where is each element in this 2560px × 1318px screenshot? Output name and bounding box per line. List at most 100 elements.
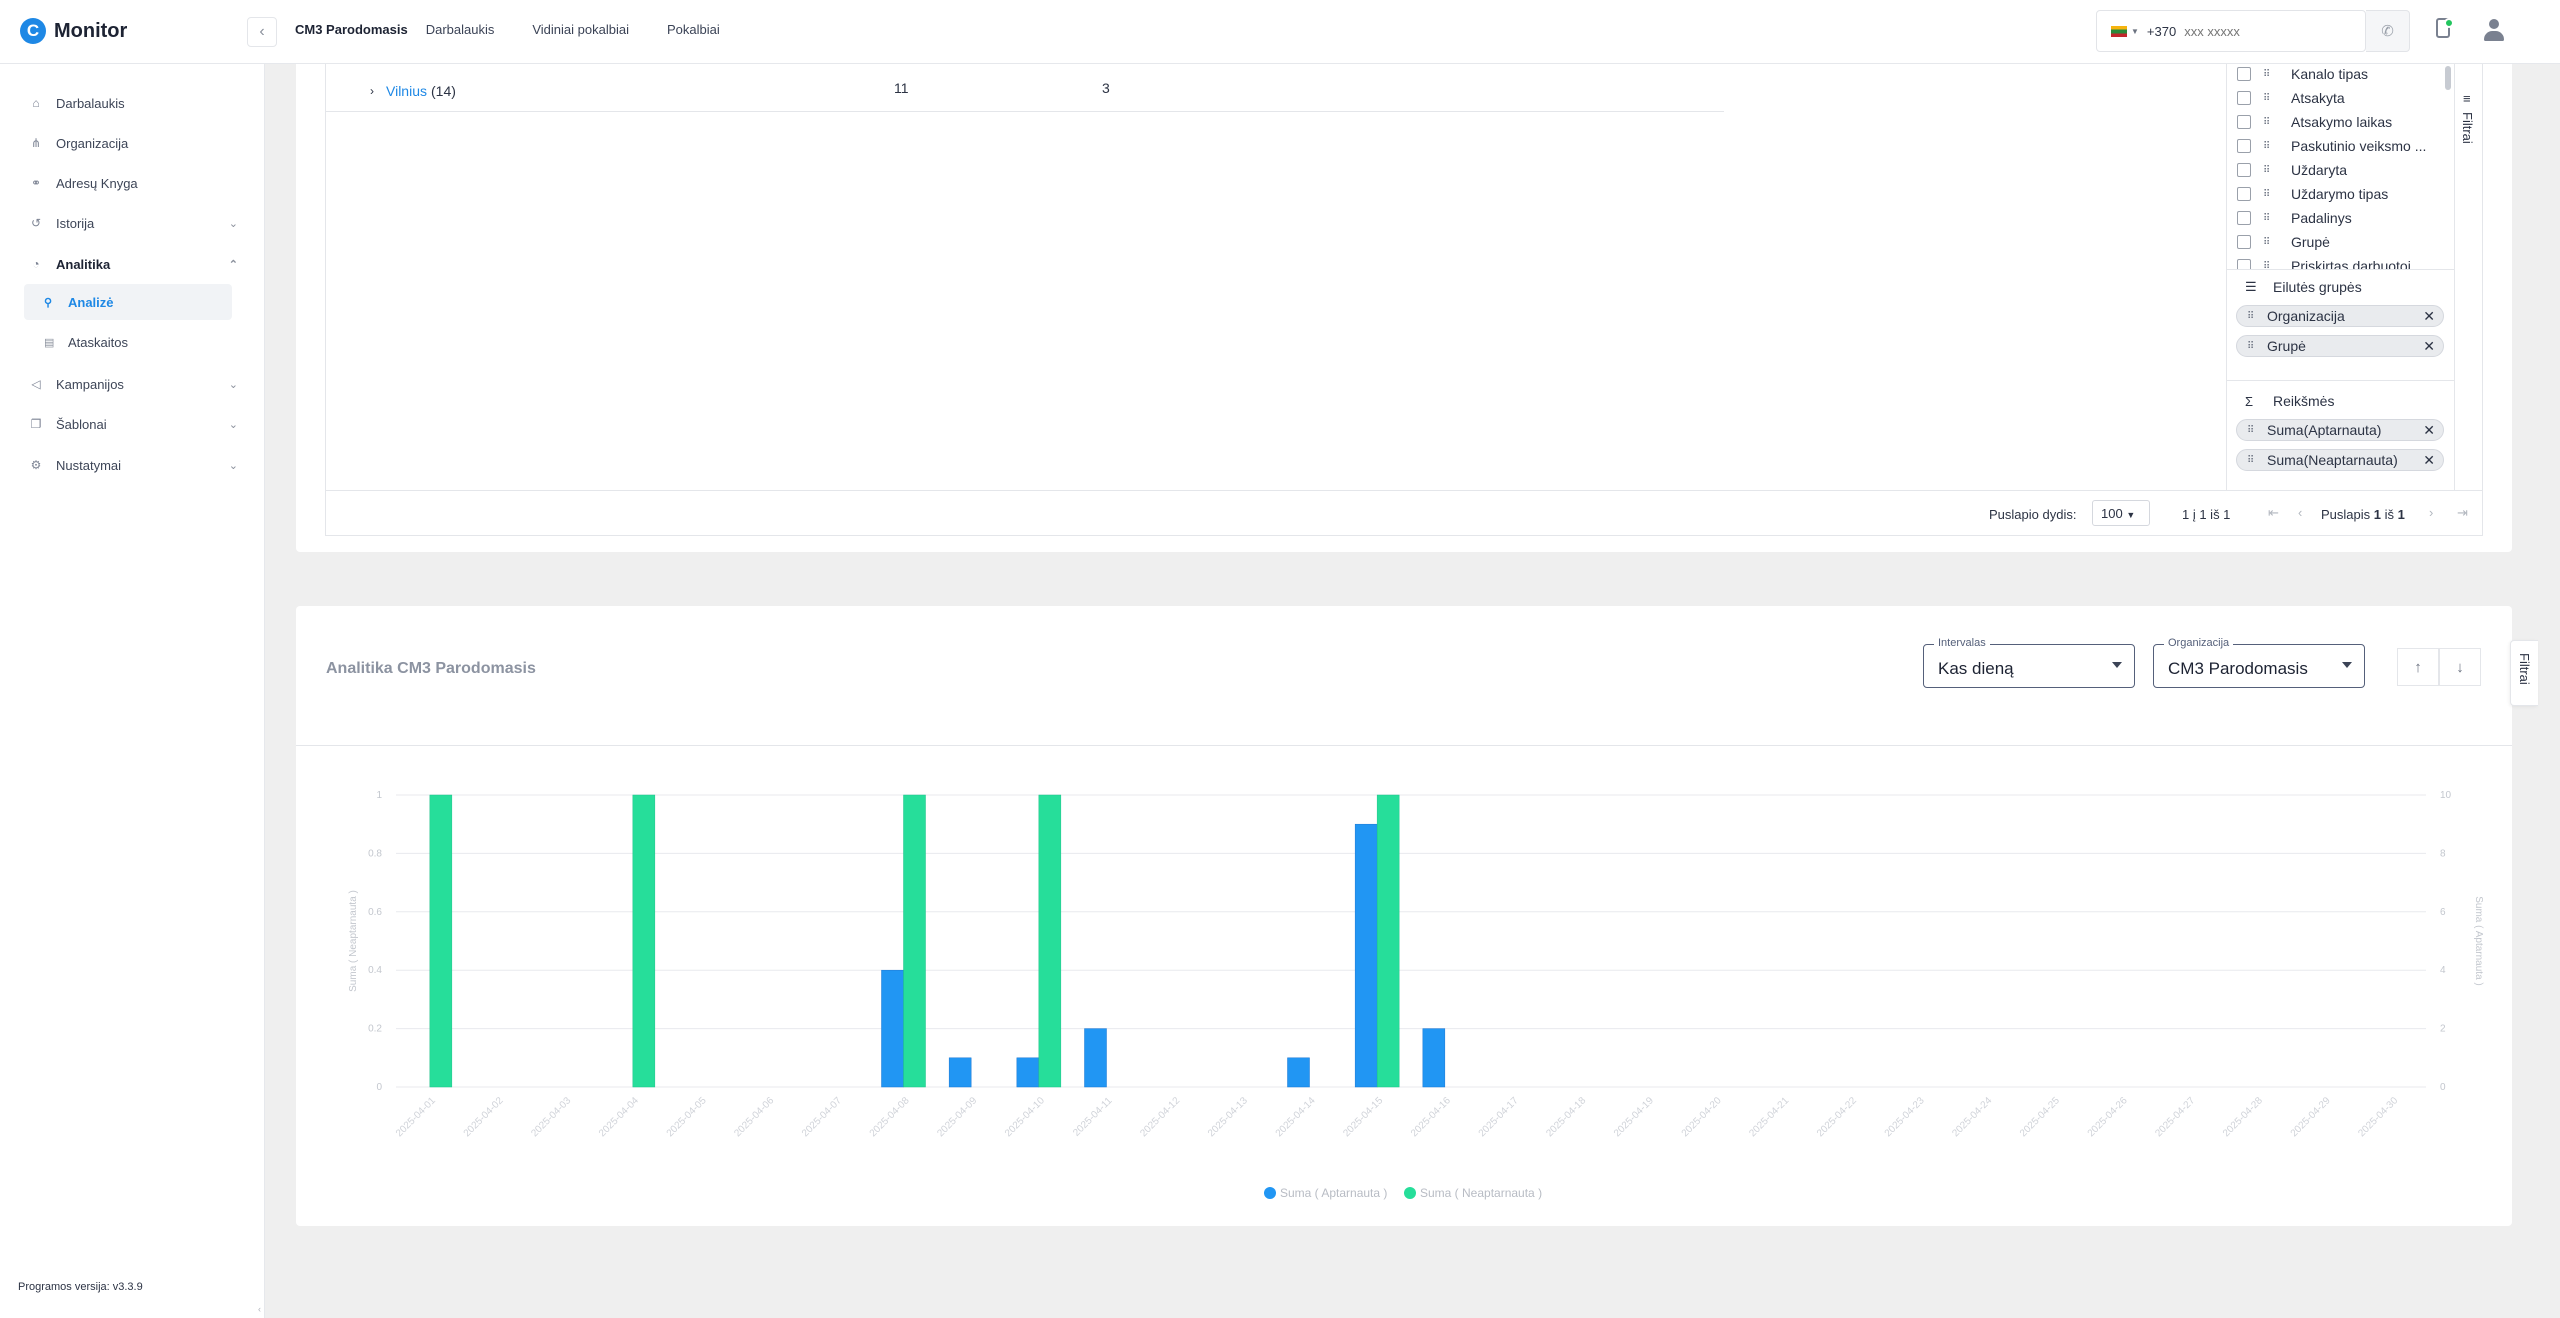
user-icon[interactable] bbox=[2482, 18, 2506, 42]
legend-label-aptarnauta: Suma ( Aptarnauta ) bbox=[1280, 1186, 1387, 1200]
sidebar-item-darbalaukis[interactable]: ⌂ Darbalaukis bbox=[28, 91, 238, 115]
column-item[interactable]: ⠿ Atsakyta bbox=[2237, 88, 2345, 108]
checkbox[interactable] bbox=[2237, 91, 2251, 105]
row-group-pill[interactable]: ⠿ Grupė ✕ bbox=[2236, 335, 2444, 357]
filters-side-tab[interactable]: ≡ Filtrai bbox=[2454, 64, 2483, 490]
row-range: 1 į 1 iš 1 bbox=[2182, 507, 2231, 522]
drag-handle-icon[interactable]: ⠿ bbox=[2263, 261, 2277, 270]
sort-down-button[interactable]: ↓ bbox=[2439, 648, 2481, 686]
x-tick-label: 2025-04-10 bbox=[1003, 1095, 1047, 1139]
header-tab-darbalaukis[interactable]: Darbalaukis bbox=[426, 22, 495, 37]
drag-handle-icon[interactable]: ⠿ bbox=[2263, 165, 2277, 176]
sidebar-item-kampanijos[interactable]: ◁ Kampanijos ⌄ bbox=[28, 372, 238, 396]
column-item[interactable]: ⠿ Kanalo tipas bbox=[2237, 64, 2368, 84]
table-row[interactable]: › Vilnius (14) bbox=[326, 70, 1724, 112]
drag-handle-icon[interactable]: ⠿ bbox=[2247, 425, 2261, 436]
drag-handle-icon[interactable]: ⠿ bbox=[2247, 341, 2261, 352]
drag-handle-icon[interactable]: ⠿ bbox=[2263, 141, 2277, 152]
collapse-sidebar-button[interactable]: ‹ bbox=[247, 17, 277, 47]
sidebar-item-ataskaitos[interactable]: ▤ Ataskaitos bbox=[24, 324, 232, 360]
sidebar-item-analitika[interactable]: ◔ Analitika ⌃ bbox=[28, 252, 238, 276]
drag-handle-icon[interactable]: ⠿ bbox=[2263, 93, 2277, 104]
chevron-left-icon: ‹ bbox=[259, 23, 265, 40]
checkbox[interactable] bbox=[2237, 211, 2251, 225]
header-tab-cm3[interactable]: CM3 Parodomasis bbox=[295, 22, 408, 37]
sidebar-item-adresu-knyga[interactable]: ⚭ Adresų Knyga bbox=[28, 171, 238, 195]
interval-select[interactable]: Intervalas Kas dieną bbox=[1923, 637, 2135, 688]
value-pill[interactable]: ⠿ Suma(Neaptarnauta) ✕ bbox=[2236, 449, 2444, 471]
group-name-link[interactable]: Vilnius bbox=[386, 83, 427, 99]
x-tick-label: 2025-04-22 bbox=[1815, 1095, 1859, 1139]
column-item[interactable]: ⠿ Uždaryta bbox=[2237, 160, 2347, 180]
checkbox[interactable] bbox=[2237, 115, 2251, 129]
row-group-pill[interactable]: ⠿ Organizacija ✕ bbox=[2236, 305, 2444, 327]
legend-swatch-neaptarnauta bbox=[1404, 1187, 1416, 1199]
drag-handle-icon[interactable]: ⠿ bbox=[2263, 117, 2277, 128]
checkbox[interactable] bbox=[2237, 259, 2251, 269]
filter-icon: ≡ bbox=[2463, 91, 2471, 106]
drag-handle-icon[interactable]: ⠿ bbox=[2263, 213, 2277, 224]
value-pill[interactable]: ⠿ Suma(Aptarnauta) ✕ bbox=[2236, 419, 2444, 441]
chevron-down-icon: ⌄ bbox=[228, 217, 238, 230]
y-tick-left: 1 bbox=[376, 790, 382, 801]
drag-handle-icon[interactable]: ⠿ bbox=[2247, 455, 2261, 466]
drag-handle-icon[interactable]: ⠿ bbox=[2263, 237, 2277, 248]
close-icon[interactable]: ✕ bbox=[2423, 338, 2435, 355]
column-list[interactable]: ⠿ Kanalo tipas ⠿ Atsakyta ⠿ Atsakymo laikas… bbox=[2227, 64, 2455, 270]
checkbox[interactable] bbox=[2237, 163, 2251, 177]
header-tab-vidiniai[interactable]: Vidiniai pokalbiai bbox=[532, 22, 629, 37]
column-item[interactable]: ⠿ Grupė bbox=[2237, 232, 2330, 252]
sidebar-item-label: Analitika bbox=[56, 256, 111, 272]
checkbox[interactable] bbox=[2237, 139, 2251, 153]
close-icon[interactable]: ✕ bbox=[2423, 422, 2435, 439]
app-logo[interactable]: C Monitor bbox=[20, 18, 127, 44]
page-size-select[interactable]: 100 ▼ bbox=[2092, 500, 2150, 526]
phone-input[interactable] bbox=[2184, 23, 2305, 39]
drag-handle-icon[interactable]: ⠿ bbox=[2263, 69, 2277, 80]
sidebar-item-label: Šablonai bbox=[56, 416, 107, 432]
y-tick-right: 8 bbox=[2440, 848, 2446, 859]
drag-handle-icon[interactable]: ⠿ bbox=[2263, 189, 2277, 200]
x-tick-label: 2025-04-14 bbox=[1274, 1095, 1318, 1139]
drag-handle-icon[interactable]: ⠿ bbox=[2247, 311, 2261, 322]
column-label: Grupė bbox=[2291, 234, 2330, 250]
checkbox[interactable] bbox=[2237, 67, 2251, 81]
close-icon[interactable]: ✕ bbox=[2423, 452, 2435, 469]
sidebar-item-analize[interactable]: ⚲ Analizė bbox=[24, 284, 232, 320]
header-tab-pokalbiai[interactable]: Pokalbiai bbox=[667, 22, 720, 37]
sigma-icon: Σ bbox=[2245, 393, 2254, 409]
close-icon[interactable]: ✕ bbox=[2423, 308, 2435, 325]
call-button[interactable]: ✆ bbox=[2366, 10, 2410, 52]
column-item[interactable]: ⠿ Priskirtas darbuotoj bbox=[2237, 256, 2411, 270]
caret-down-icon bbox=[2342, 662, 2352, 668]
organization-select[interactable]: Organizacija CM3 Parodomasis bbox=[2153, 637, 2365, 688]
sidebar-item-label: Istorija bbox=[56, 215, 95, 231]
y-tick-left: 0.6 bbox=[368, 907, 382, 918]
column-label: Atsakyta bbox=[2291, 90, 2345, 106]
sidebar-item-istorija[interactable]: ↺ Istorija ⌄ bbox=[28, 211, 238, 235]
chevron-right-icon[interactable]: › bbox=[370, 84, 374, 98]
next-page-icon[interactable]: › bbox=[2429, 505, 2433, 520]
document-icon: ▤ bbox=[44, 336, 55, 349]
last-page-icon[interactable]: ⇥ bbox=[2457, 505, 2468, 521]
pill-label: Suma(Aptarnauta) bbox=[2267, 422, 2382, 438]
sidebar-item-sablonai[interactable]: ❐ Šablonai ⌄ bbox=[28, 412, 238, 436]
checkbox[interactable] bbox=[2237, 235, 2251, 249]
sidebar-item-nustatymai[interactable]: ⚙ Nustatymai ⌄ bbox=[28, 453, 238, 477]
lithuania-flag-icon[interactable] bbox=[2111, 25, 2127, 37]
chart-filters-tab[interactable]: Filtrai bbox=[2510, 640, 2538, 706]
column-item[interactable]: ⠿ Paskutinio veiksmo ... bbox=[2237, 136, 2426, 156]
prev-page-icon[interactable]: ‹ bbox=[2298, 505, 2302, 520]
column-item[interactable]: ⠿ Atsakymo laikas bbox=[2237, 112, 2392, 132]
column-list-scrollbar[interactable] bbox=[2445, 66, 2451, 90]
bar-aptarnauta bbox=[1354, 823, 1378, 1088]
column-item[interactable]: ⠿ Padalinys bbox=[2237, 208, 2352, 228]
sidebar-item-organizacija[interactable]: ⋔ Organizacija bbox=[28, 131, 238, 155]
first-page-icon[interactable]: ⇤ bbox=[2268, 505, 2279, 521]
sort-up-button[interactable]: ↑ bbox=[2397, 648, 2439, 686]
checkbox[interactable] bbox=[2237, 187, 2251, 201]
resize-handle-icon[interactable]: ‹ bbox=[258, 1304, 261, 1314]
chevron-up-icon: ⌃ bbox=[228, 258, 238, 271]
caret-down-icon[interactable]: ▼ bbox=[2131, 27, 2139, 36]
column-item[interactable]: ⠿ Uždarymo tipas bbox=[2237, 184, 2388, 204]
